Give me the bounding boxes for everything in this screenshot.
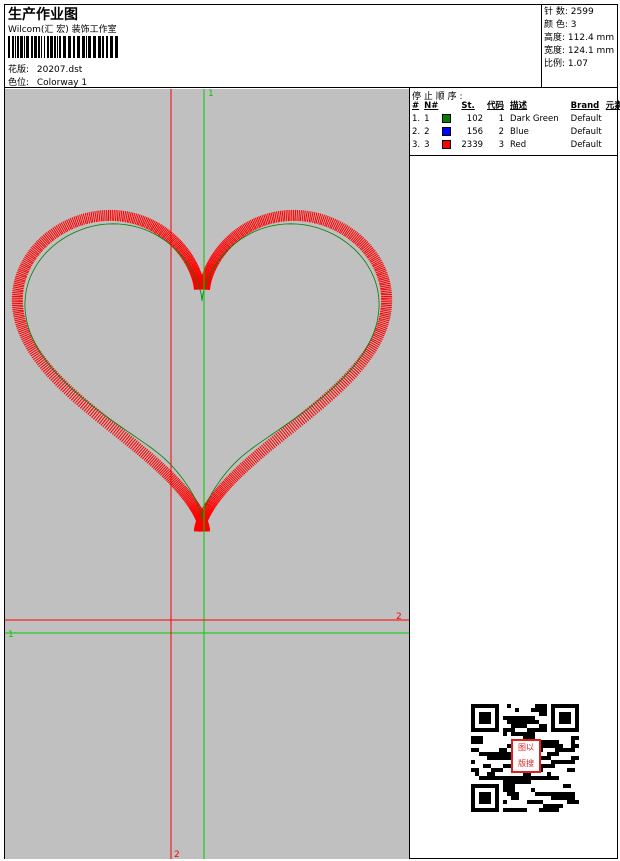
color-swatch <box>442 114 452 123</box>
green-h-axis-label: 1 <box>8 630 14 640</box>
design-file-line: 花版: 20207.dst <box>8 62 82 75</box>
table-row: 2. 2 156 2 Blue Default <box>410 126 620 139</box>
row-index: 2. <box>412 127 421 137</box>
row-needle: 2 <box>424 127 430 137</box>
stop-sequence-panel: 停 止 顺 序 : # N# St. 代码 描述 Brand 元素 1. 1 102… <box>410 88 620 156</box>
stat-height: 高度: 112.4 mm <box>544 33 615 43</box>
col-header-swatch <box>440 100 453 113</box>
row-swatch <box>440 113 453 126</box>
row-brand: Default <box>570 127 602 137</box>
table-row: 1. 1 102 1 Dark Green Default <box>410 113 620 126</box>
stat-stitches: 针 数: 2599 <box>544 7 594 17</box>
row-element <box>604 126 620 139</box>
row-code: 2 <box>498 127 505 137</box>
stat-colors: 颜 色: 3 <box>544 20 577 30</box>
svg-text:搜: 搜 <box>526 758 534 768</box>
design-file-label: 花版: <box>8 65 30 75</box>
row-needle: 1 <box>424 114 430 124</box>
row-desc: Blue <box>510 127 529 137</box>
heart-stitch-outline <box>11 209 393 532</box>
svg-text:版: 版 <box>518 758 526 768</box>
design-preview: 1 1 2 2 <box>5 89 409 859</box>
design-canvas: 1 1 2 2 <box>5 89 409 859</box>
design-file-value: 20207.dst <box>36 65 83 75</box>
company-name: Wilcom(汇 宏) 装饰工作室 <box>8 25 117 35</box>
table-header-row: # N# St. 代码 描述 Brand 元素 <box>410 100 620 113</box>
qr-code: 以图搜版 <box>469 702 581 814</box>
stat-width: 宽度: 124.1 mm <box>544 46 615 56</box>
col-header-stitches: St. <box>461 101 475 111</box>
row-desc: Dark Green <box>510 114 559 124</box>
col-header-index: # <box>412 101 420 111</box>
col-header-element: 元素 <box>605 101 620 111</box>
green-v-axis-label: 1 <box>208 89 214 99</box>
col-header-n: N# <box>424 101 439 111</box>
svg-text:图: 图 <box>518 743 526 752</box>
row-stitches: 156 <box>466 127 484 137</box>
row-code: 1 <box>498 114 505 124</box>
barcode <box>8 36 118 58</box>
col-header-brand: Brand <box>570 101 600 111</box>
col-header-desc: 描述 <box>510 101 528 111</box>
stat-scale: 比例: 1.07 <box>544 59 588 69</box>
row-swatch <box>440 139 453 152</box>
row-desc: Red <box>510 140 527 150</box>
red-v-axis-label: 2 <box>174 850 180 859</box>
svg-text:以: 以 <box>526 743 534 752</box>
row-stitches: 2339 <box>461 140 484 150</box>
row-brand: Default <box>570 114 602 124</box>
red-h-axis-label: 2 <box>396 612 402 622</box>
stats-panel: 针 数: 2599 颜 色: 3 高度: 112.4 mm 宽度: 124.1 … <box>541 4 618 88</box>
row-index: 1. <box>412 114 421 124</box>
row-element <box>604 113 620 126</box>
row-needle: 3 <box>424 140 430 150</box>
page-title: 生产作业图 <box>8 7 78 23</box>
row-stitches: 102 <box>466 114 484 124</box>
color-swatch <box>442 140 452 149</box>
row-code: 3 <box>498 140 505 150</box>
color-swatch <box>442 127 452 136</box>
stop-sequence-table: # N# St. 代码 描述 Brand 元素 1. 1 102 1 Dark Gree… <box>410 100 620 152</box>
row-element <box>604 139 620 152</box>
panel-divider <box>409 88 410 859</box>
row-brand: Default <box>570 140 602 150</box>
table-row: 3. 3 2339 3 Red Default <box>410 139 620 152</box>
row-swatch <box>440 126 453 139</box>
row-index: 3. <box>412 140 421 150</box>
col-header-code: 代码 <box>487 101 505 111</box>
